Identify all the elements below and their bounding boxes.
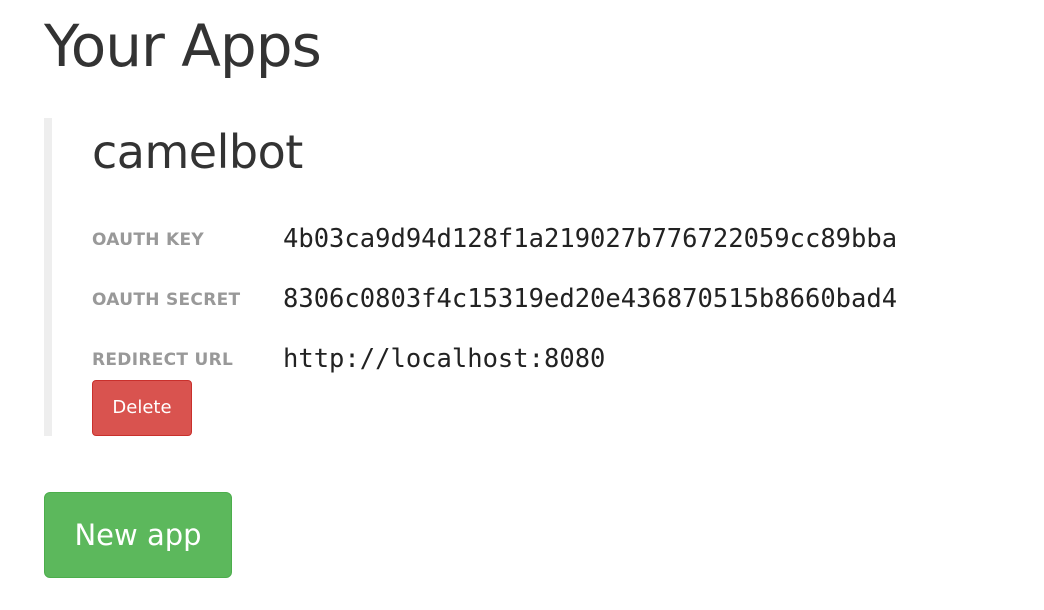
redirect-url-value: http://localhost:8080 bbox=[283, 344, 606, 374]
delete-app-button[interactable]: Delete bbox=[92, 380, 192, 436]
oauth-key-label: OAUTH KEY bbox=[92, 230, 204, 250]
page-title: Your Apps bbox=[44, 12, 322, 80]
oauth-key-value: 4b03ca9d94d128f1a219027b776722059cc89bba bbox=[283, 224, 898, 254]
redirect-url-label: REDIRECT URL bbox=[92, 350, 234, 370]
app-card: camelbot OAUTH KEY 4b03ca9d94d128f1a2190… bbox=[44, 118, 1004, 436]
oauth-secret-value: 8306c0803f4c15319ed20e436870515b8660bad4 bbox=[283, 284, 898, 314]
new-app-button[interactable]: New app bbox=[44, 492, 232, 578]
app-name: camelbot bbox=[92, 125, 303, 179]
oauth-secret-label: OAUTH SECRET bbox=[92, 290, 241, 310]
